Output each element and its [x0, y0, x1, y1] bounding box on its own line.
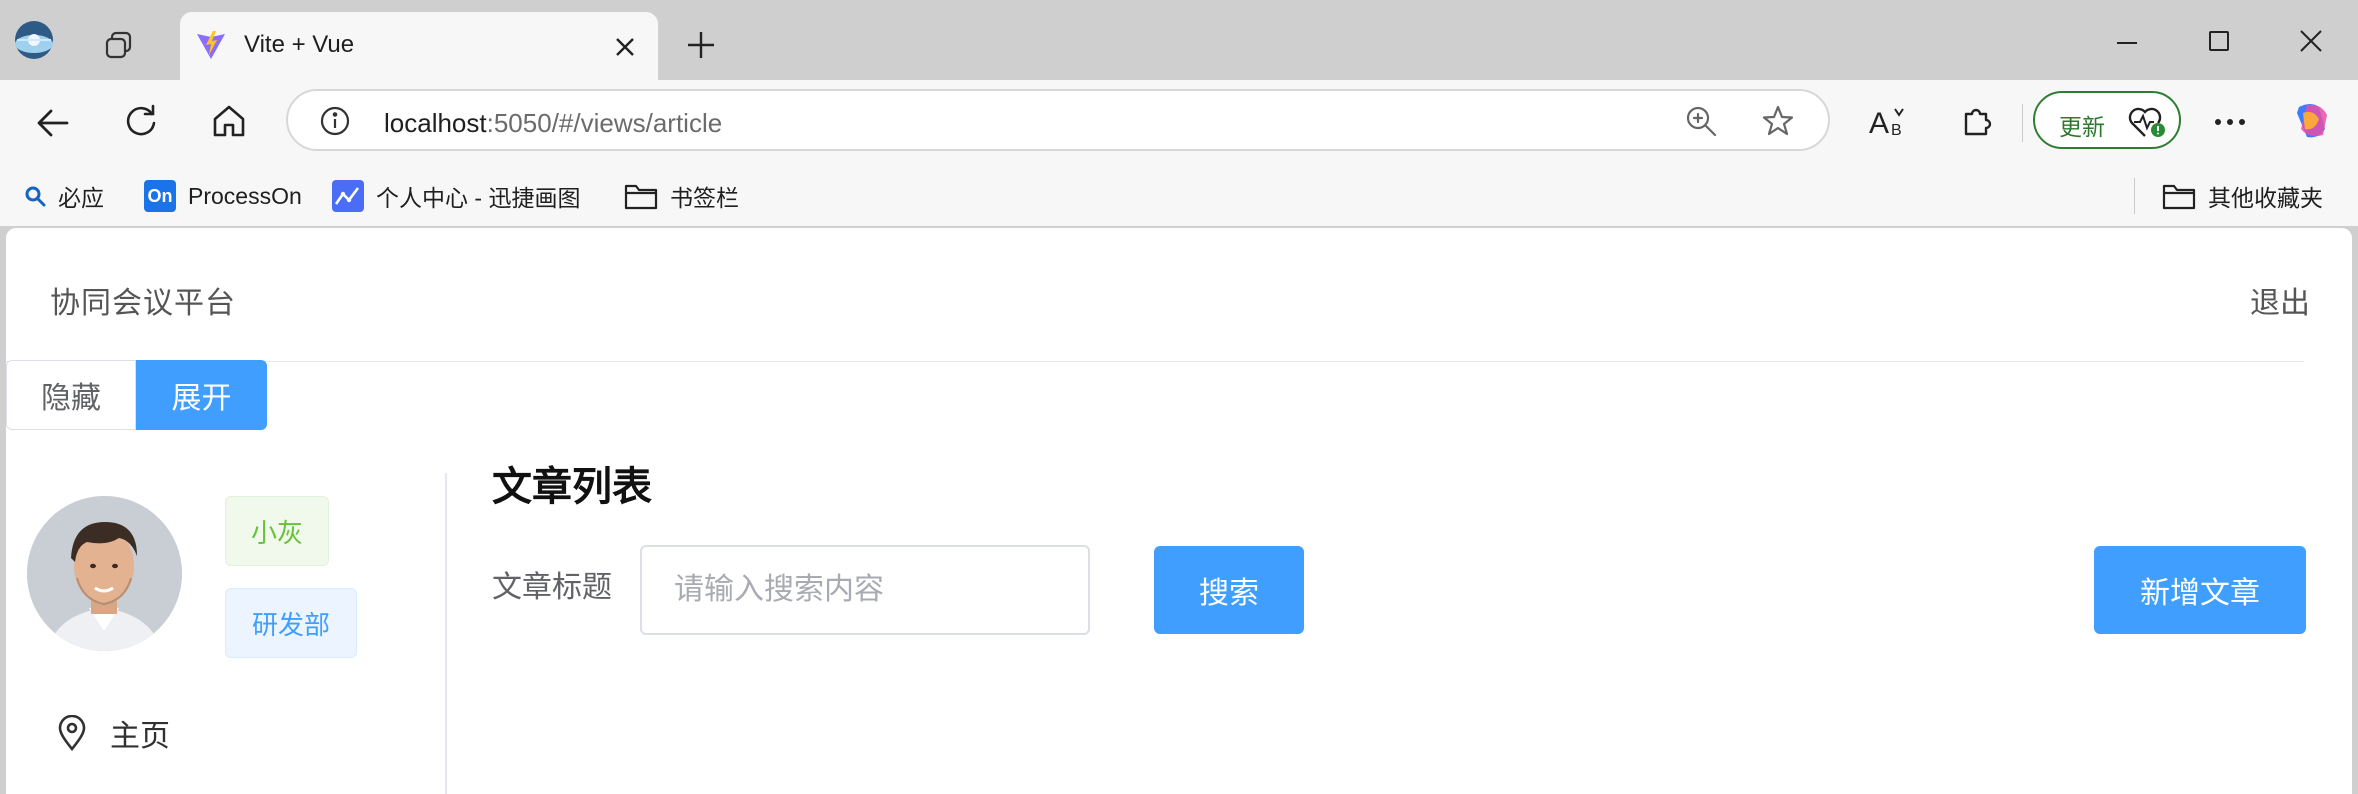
health-heart-icon [2127, 103, 2167, 141]
bookmark-item[interactable]: On ProcessOn [144, 178, 302, 214]
folder-icon [2162, 182, 2196, 210]
site-info-icon[interactable] [318, 104, 352, 138]
other-bookmarks-label: 其他收藏夹 [2208, 185, 2323, 211]
search-icon [24, 185, 46, 207]
copilot-icon[interactable] [2288, 98, 2334, 144]
read-aloud-icon[interactable]: AB [1868, 102, 1910, 142]
bookmark-label: 个人中心 - 迅捷画图 [376, 185, 581, 211]
user-name-tag: 小灰 [225, 496, 329, 566]
search-field-label: 文章标题 [492, 571, 612, 604]
profile-avatar-icon[interactable] [14, 20, 54, 60]
zoom-icon[interactable] [1684, 104, 1718, 138]
close-tab-icon[interactable] [610, 32, 640, 62]
show-sidebar-button[interactable]: 展开 [136, 360, 267, 430]
workspaces-icon[interactable] [102, 28, 136, 62]
browser-tab-active[interactable]: Vite + Vue [180, 12, 658, 80]
logout-link[interactable]: 退出 [2250, 278, 2310, 322]
vite-logo-icon [194, 28, 228, 62]
favorite-star-icon[interactable] [1760, 103, 1796, 139]
add-article-button[interactable]: 新增文章 [2094, 546, 2306, 634]
bookmark-label: 书签栏 [670, 185, 739, 211]
bookmark-label: ProcessOn [188, 182, 302, 209]
article-title-search-input[interactable] [640, 545, 1090, 635]
avatar [27, 496, 182, 651]
svg-text:A: A [1869, 107, 1889, 139]
update-button[interactable]: 更新 [2033, 91, 2181, 149]
bookmark-label: 必应 [58, 185, 104, 211]
new-tab-icon[interactable] [684, 28, 718, 62]
sidebar-toggle-group: 隐藏 展开 [6, 360, 267, 430]
processon-icon: On [144, 180, 176, 212]
minimize-icon[interactable] [2110, 26, 2144, 60]
url-text[interactable]: localhost:5050/#/views/article [384, 108, 722, 139]
update-label: 更新 [2059, 114, 2105, 140]
sidebar-divider [445, 473, 447, 794]
bookmarks-divider [2134, 178, 2135, 214]
bookmark-item[interactable]: 必应 [24, 178, 104, 214]
department-tag: 研发部 [225, 588, 357, 658]
url-host: localhost [384, 108, 487, 138]
bookmark-item[interactable]: 书签栏 [624, 178, 739, 214]
maximize-icon[interactable] [2202, 24, 2236, 58]
chart-icon [332, 180, 364, 212]
bookmarks-bar: 必应 On ProcessOn 个人中心 - 迅捷画图 书签栏 其他收藏夹 [0, 166, 2358, 226]
url-path: :5050/#/views/article [486, 108, 723, 138]
svg-text:B: B [1891, 122, 1902, 139]
refresh-icon[interactable] [120, 100, 162, 142]
close-window-icon[interactable] [2294, 24, 2328, 58]
app-brand: 协同会议平台 [50, 287, 236, 320]
page-title: 文章列表 [492, 465, 652, 509]
sidebar-item-home[interactable]: 主页 [56, 708, 170, 758]
location-icon [56, 715, 88, 751]
home-icon[interactable] [208, 100, 250, 142]
web-page: 协同会议平台 退出 隐藏 展开 小灰 研发部 主页 文章列表 文章标题 搜索 [6, 228, 2352, 794]
more-menu-icon[interactable] [2210, 102, 2250, 142]
sidebar-item-label: 主页 [110, 720, 170, 753]
header-divider [6, 361, 2304, 362]
extensions-icon[interactable] [1956, 100, 1998, 142]
hide-sidebar-button[interactable]: 隐藏 [6, 360, 136, 430]
browser-toolbar: localhost:5050/#/views/article AB 更新 [0, 80, 2358, 166]
tab-title: Vite + Vue [244, 31, 355, 58]
address-bar[interactable]: localhost:5050/#/views/article [286, 89, 1830, 151]
folder-icon [624, 182, 658, 210]
search-button[interactable]: 搜索 [1154, 546, 1304, 634]
other-bookmarks[interactable]: 其他收藏夹 [2162, 178, 2323, 214]
toolbar-divider [2022, 104, 2023, 142]
browser-tab-strip: Vite + Vue [0, 0, 2358, 80]
back-icon[interactable] [32, 102, 74, 144]
bookmark-item[interactable]: 个人中心 - 迅捷画图 [332, 178, 580, 214]
